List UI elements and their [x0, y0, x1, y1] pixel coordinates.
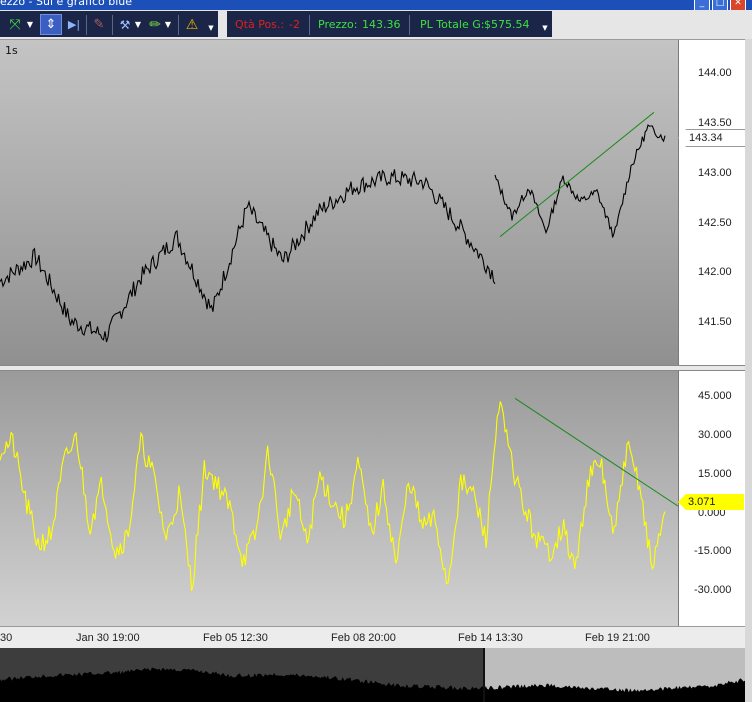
- skip-end-icon[interactable]: ▶|: [64, 14, 84, 35]
- window-right-border: [745, 39, 752, 702]
- tools-icon[interactable]: ⚒: [116, 14, 134, 35]
- updown-arrows-icon[interactable]: ⇕: [40, 14, 62, 35]
- navigator-area: [0, 667, 745, 702]
- pl-label: PL Totale G:: [420, 18, 485, 31]
- navigator-sparkline: [0, 667, 745, 702]
- osc-y-tick: -15.000: [694, 545, 732, 557]
- x-axis-label: Jan 30 19:00: [76, 632, 140, 644]
- toolbar-separator: [112, 15, 113, 35]
- osc-y-tick: -30.000: [694, 584, 732, 596]
- pencil-icon[interactable]: ✎: [89, 14, 109, 35]
- oscillator-trendline: [514, 397, 678, 507]
- price-label: Prezzo:: [318, 18, 358, 31]
- expand-icon[interactable]: ⤧: [4, 14, 26, 35]
- x-axis-label: 30: [0, 632, 13, 644]
- chart-toolbar: ⤧ ▼ ⇕ ▶| ✎ ⚒ ▼ ✏ ▼ ⚠ ▼ Qtà Pos.: -2 Prez…: [0, 10, 752, 40]
- window-titlebar: ezzo - Sul e grafico blue _ □ ✕: [0, 0, 752, 10]
- pen-color-icon[interactable]: ✏: [146, 14, 164, 35]
- osc-y-tick: 15.000: [698, 468, 732, 480]
- qty-value: -2: [289, 18, 300, 31]
- oscillator-pane[interactable]: [0, 371, 678, 626]
- position-status-bar: Qtà Pos.: -2 Prezzo: 143.36 PL Totale G:…: [227, 11, 552, 37]
- price-value: 143.36: [362, 18, 401, 31]
- overflow-icon[interactable]: ▼: [206, 24, 216, 32]
- osc-y-tick: 30.000: [698, 429, 732, 441]
- maximize-icon[interactable]: □: [712, 0, 728, 10]
- chevron-down-icon[interactable]: ▼: [25, 14, 35, 35]
- x-axis-label: Feb 08 20:00: [331, 632, 396, 644]
- price-y-tick: 142.50: [698, 217, 732, 229]
- status-separator: [409, 15, 410, 35]
- oscillator-chart-svg: [0, 397, 678, 592]
- chart-navigator[interactable]: [0, 648, 745, 702]
- toolbar-separator: [86, 15, 87, 35]
- price-y-tick: 143.50: [698, 117, 732, 129]
- pl-value: $575.54: [484, 18, 530, 31]
- status-separator: [309, 15, 310, 35]
- osc-y-tick: 45.000: [698, 390, 732, 402]
- price-y-tick: 144.00: [698, 67, 732, 79]
- x-axis-label: Feb 05 12:30: [203, 632, 268, 644]
- toolbar-separator: [178, 15, 179, 35]
- price-y-tick: 143.00: [698, 167, 732, 179]
- price-series-line: [0, 169, 496, 343]
- price-chart-pane[interactable]: 1s: [0, 40, 678, 365]
- window-title: ezzo - Sul e grafico blue: [0, 0, 133, 8]
- price-y-tick: 142.00: [698, 266, 732, 278]
- price-y-tick: 141.50: [698, 316, 732, 328]
- qty-label: Qtà Pos.:: [235, 18, 285, 31]
- overflow-icon[interactable]: ▼: [540, 24, 550, 32]
- navigator-window-handle[interactable]: [483, 648, 485, 702]
- price-trendline: [499, 111, 655, 238]
- price-chart-svg: [0, 111, 666, 343]
- oscillator-series-line: [0, 401, 666, 592]
- x-axis-label: Feb 14 13:30: [458, 632, 523, 644]
- minimize-icon[interactable]: _: [694, 0, 710, 10]
- current-price-tag: 143.34: [678, 129, 746, 147]
- chevron-down-icon[interactable]: ▼: [163, 14, 173, 35]
- chevron-down-icon[interactable]: ▼: [133, 14, 143, 35]
- current-osc-tag: 3.071: [678, 494, 744, 510]
- close-icon[interactable]: ✕: [730, 0, 746, 10]
- toolbar-tools-group: ⤧ ▼ ⇕ ▶| ✎ ⚒ ▼ ✏ ▼ ⚠ ▼: [0, 11, 218, 37]
- warning-icon[interactable]: ⚠: [181, 14, 203, 35]
- x-axis-label: Feb 19 21:00: [585, 632, 650, 644]
